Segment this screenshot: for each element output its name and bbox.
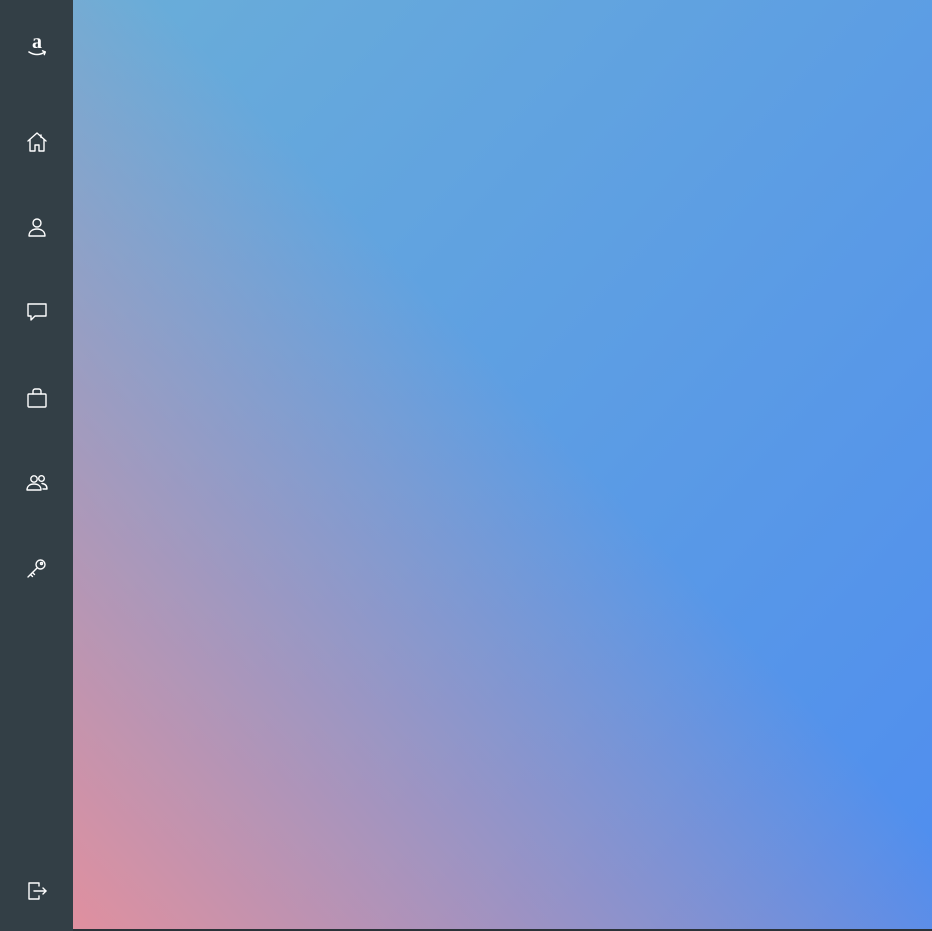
amazon-logo-icon[interactable]: a (0, 29, 73, 61)
app-window: a (0, 0, 932, 931)
chat-bubble-icon (26, 303, 47, 321)
key-icon (26, 559, 46, 578)
users-icon (25, 474, 48, 491)
sidebar-item-messages[interactable] (0, 292, 73, 332)
amazon-logo-icon: a (27, 31, 46, 56)
svg-text:a: a (32, 31, 42, 53)
user-icon (27, 218, 46, 237)
sidebar-item-team[interactable] (0, 463, 73, 503)
logout-icon (27, 882, 47, 900)
main-content-area (73, 0, 932, 931)
home-icon (26, 132, 47, 152)
sidebar-item-profile[interactable] (0, 207, 73, 247)
sidebar-item-security[interactable] (0, 548, 73, 588)
logout-button[interactable] (0, 871, 73, 911)
sidebar: a (0, 0, 73, 931)
briefcase-icon (26, 388, 47, 408)
sidebar-item-jobs[interactable] (0, 378, 73, 418)
sidebar-item-home[interactable] (0, 122, 73, 162)
